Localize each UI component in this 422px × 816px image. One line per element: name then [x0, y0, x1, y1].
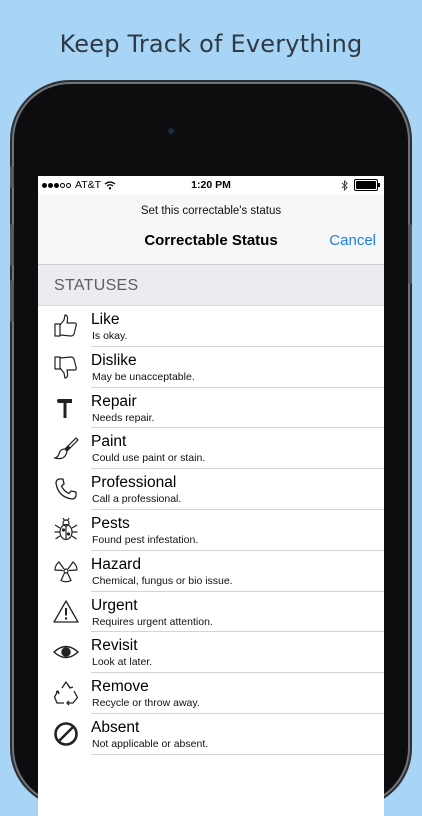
status-subtitle: Could use paint or stain. — [92, 452, 206, 465]
app-screen: AT&T 1:20 PM Set this correctable's stat… — [38, 176, 384, 816]
status-title: Revisit — [91, 637, 138, 655]
status-title: Like — [91, 311, 120, 328]
status-title: Dislike — [91, 351, 137, 369]
hammer-icon — [52, 394, 80, 422]
status-bar: AT&T 1:20 PM — [38, 176, 384, 194]
status-title: Repair — [91, 392, 137, 410]
promo-headline: Keep Track of Everything — [59, 30, 363, 58]
bug-icon — [52, 516, 80, 544]
section-header: STATUSES — [38, 265, 384, 306]
status-row-hazard[interactable]: Hazard Chemical, fungus or bio issue. — [38, 550, 384, 592]
nav-prompt: Set this correctable's status — [140, 205, 282, 217]
status-title: Pests — [91, 514, 130, 532]
volume-up-button — [10, 224, 14, 266]
mute-switch — [10, 166, 14, 188]
status-row-like[interactable]: Like Is okay. — [38, 306, 384, 347]
status-list: Like Is okay. Dislike May be unacceptabl… — [38, 306, 384, 755]
status-subtitle: Requires urgent attention. — [92, 615, 213, 628]
radiation-icon — [52, 557, 80, 585]
status-row-professional[interactable]: Professional Call a professional. — [38, 469, 384, 510]
warning-icon — [52, 598, 80, 626]
status-row-remove[interactable]: Remove Recycle or throw away. — [38, 673, 384, 714]
status-row-repair[interactable]: Repair Needs repair. — [38, 387, 384, 429]
status-title: Remove — [91, 678, 149, 696]
status-subtitle: Found pest infestation. — [92, 533, 199, 546]
power-button — [408, 224, 412, 284]
status-subtitle: May be unacceptable. — [92, 370, 195, 383]
navigation-bar: Set this correctable's status Correctabl… — [38, 194, 384, 265]
paintbrush-icon — [52, 434, 80, 462]
front-camera — [166, 126, 176, 136]
status-subtitle: Look at later. — [92, 656, 153, 669]
volume-down-button — [10, 280, 14, 322]
status-row-urgent[interactable]: Urgent Requires urgent attention. — [38, 591, 384, 633]
status-subtitle: Call a professional. — [92, 493, 182, 506]
status-subtitle: Is okay. — [92, 330, 128, 342]
status-row-absent[interactable]: Absent Not applicable or absent. — [38, 713, 384, 755]
battery-icon — [354, 179, 380, 191]
status-title: Professional — [91, 474, 177, 492]
thumbs-up-icon — [52, 312, 80, 340]
eye-icon — [52, 638, 80, 666]
status-row-dislike[interactable]: Dislike May be unacceptable. — [38, 346, 384, 388]
recycle-icon — [52, 679, 80, 707]
status-subtitle: Not applicable or absent. — [92, 737, 209, 750]
status-row-revisit[interactable]: Revisit Look at later. — [38, 632, 384, 674]
section-header-label: STATUSES — [54, 277, 139, 294]
status-title: Absent — [91, 718, 140, 736]
status-subtitle: Recycle or throw away. — [92, 697, 200, 710]
status-time: 1:20 PM — [191, 179, 231, 191]
phone-frame: AT&T 1:20 PM Set this correctable's stat… — [10, 84, 412, 816]
status-row-pests[interactable]: Pests Found pest infestation. — [38, 509, 384, 551]
thumbs-down-icon — [52, 353, 80, 381]
status-title: Paint — [91, 433, 127, 451]
cancel-button[interactable]: Cancel — [329, 232, 376, 249]
prohibited-icon — [52, 720, 80, 748]
phone-icon — [52, 475, 80, 503]
status-title: Hazard — [91, 555, 141, 573]
status-row-paint[interactable]: Paint Could use paint or stain. — [38, 428, 384, 470]
status-title: Urgent — [91, 596, 138, 614]
status-subtitle: Needs repair. — [92, 411, 155, 424]
status-subtitle: Chemical, fungus or bio issue. — [92, 574, 233, 587]
bluetooth-icon — [341, 179, 348, 191]
